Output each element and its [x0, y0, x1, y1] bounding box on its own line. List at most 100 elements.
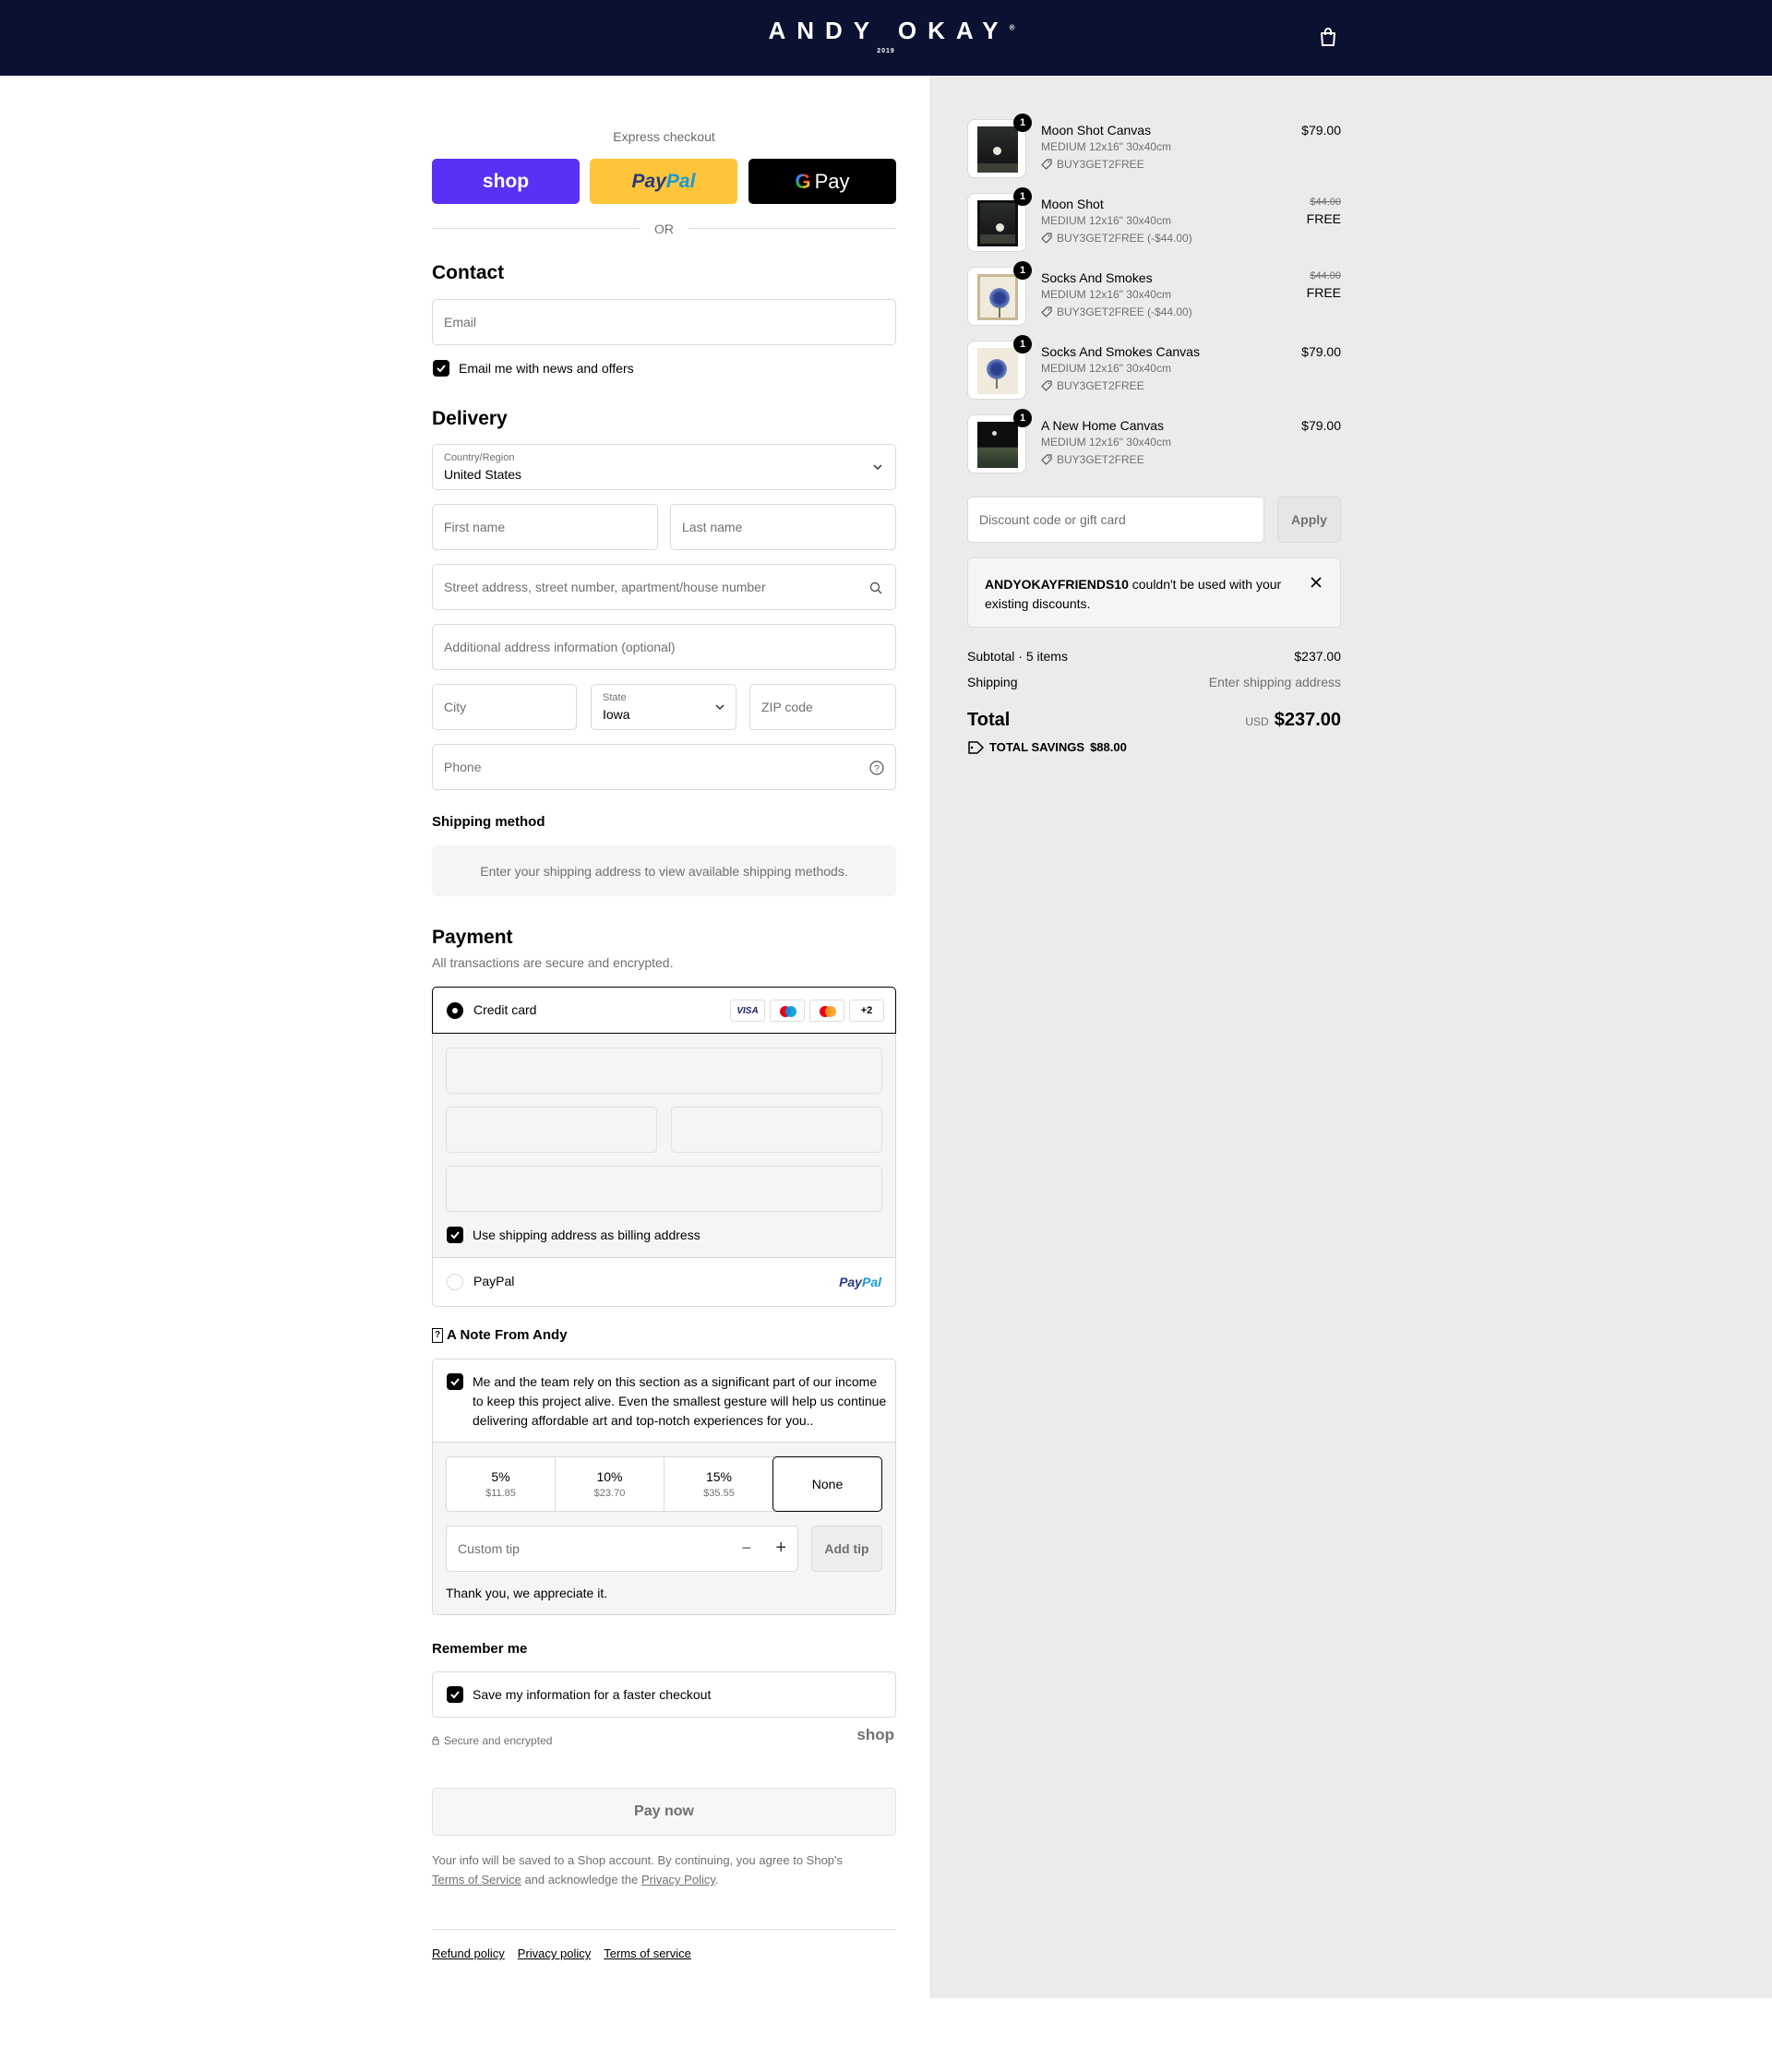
terms-link[interactable]: Terms of Service [432, 1873, 521, 1886]
product-image [977, 348, 1018, 394]
total-value: $237.00 [1274, 710, 1341, 730]
zip-field[interactable]: ZIP code [749, 684, 896, 730]
save-info-label: Save my information for a faster checkou… [473, 1687, 712, 1702]
item-name: Moon Shot Canvas [1041, 123, 1152, 138]
question-box-icon: ? [432, 1327, 443, 1343]
pay-now-button[interactable]: Pay now [432, 1788, 896, 1836]
credit-card-option[interactable]: Credit card VISA +2 [432, 987, 896, 1034]
phone-field[interactable]: Phone ? [432, 744, 896, 790]
close-icon[interactable] [1311, 577, 1322, 588]
first-name-field[interactable]: First name [432, 504, 658, 550]
quantity-badge: 1 [1013, 187, 1032, 206]
tip-option-5[interactable]: 5% $11.85 [447, 1457, 556, 1511]
cart-button[interactable] [1318, 26, 1340, 50]
subtotal-value: $237.00 [1294, 649, 1341, 664]
cart-item: 1 Socks And Smokes MEDIUM 12x16" 30x40cm BU… [967, 261, 1341, 331]
tag-icon [1041, 306, 1052, 317]
paypal-express-button[interactable]: Pay Pal [590, 159, 737, 204]
help-circle-icon[interactable]: ? [869, 761, 884, 775]
add-tip-button[interactable]: Add tip [811, 1526, 882, 1572]
credit-card-radio[interactable] [447, 1002, 463, 1019]
payment-subtitle: All transactions are secure and encrypte… [432, 955, 674, 970]
tip-option-none[interactable]: None [772, 1456, 882, 1512]
privacy-link[interactable]: Privacy Policy [641, 1873, 715, 1886]
shipping-methods-placeholder: Enter your shipping address to view avai… [432, 845, 896, 896]
item-name: A New Home Canvas [1041, 418, 1165, 433]
support-checkbox[interactable] [447, 1373, 463, 1390]
tag-icon [1041, 159, 1052, 170]
discount-code-field[interactable]: Discount code or gift card [967, 497, 1264, 543]
item-name: Socks And Smokes [1041, 270, 1153, 285]
brand-year: 2019 [877, 48, 895, 54]
note-text: Me and the team rely on this section as … [473, 1374, 887, 1428]
item-variant: MEDIUM 12x16" 30x40cm [1041, 288, 1171, 301]
card-cvv-field[interactable] [671, 1107, 882, 1153]
product-image [977, 126, 1018, 173]
paypal-logo: PayPal [839, 1275, 881, 1289]
item-price: $79.00 [1301, 123, 1341, 138]
card-name-field[interactable] [446, 1166, 882, 1212]
delivery-heading: Delivery [432, 408, 508, 429]
last-name-field[interactable]: Last name [670, 504, 896, 550]
paypal-option[interactable]: PayPal PayPal [432, 1257, 896, 1307]
address2-field[interactable]: Additional address information (optional… [432, 624, 896, 670]
maestro-icon [770, 1000, 805, 1022]
state-select[interactable]: State Iowa [591, 684, 736, 730]
divider [688, 228, 896, 229]
product-image [977, 200, 1018, 246]
quantity-badge: 1 [1013, 409, 1032, 427]
shop-logo: shop [856, 1726, 894, 1743]
cart-item: 1 A New Home Canvas MEDIUM 12x16" 30x40cm B… [967, 409, 1341, 479]
terms-of-service-link[interactable]: Terms of service [604, 1946, 691, 1960]
item-free-price: FREE [1306, 211, 1341, 226]
quantity-badge: 1 [1013, 261, 1032, 280]
note-heading: ? A Note From Andy [432, 1327, 568, 1343]
newsletter-checkbox[interactable] [433, 360, 449, 377]
item-price: $79.00 [1301, 418, 1341, 433]
chevron-down-icon [873, 464, 882, 471]
card-number-field[interactable] [446, 1048, 882, 1094]
site-header: ANDY OKAY® 2019 [0, 0, 1772, 76]
discount-error-text: ANDYOKAYFRIENDS10 couldn't be used with … [985, 577, 1282, 611]
tip-option-15[interactable]: 15% $35.55 [664, 1457, 773, 1511]
privacy-policy-link[interactable]: Privacy policy [518, 1946, 591, 1960]
item-variant: MEDIUM 12x16" 30x40cm [1041, 140, 1171, 153]
order-summary: 1 Moon Shot Canvas MEDIUM 12x16" 30x40cm BU… [967, 76, 1341, 814]
billing-address-checkbox[interactable] [447, 1227, 463, 1243]
plus-icon[interactable]: + [775, 1538, 786, 1559]
address-field[interactable]: Street address, street number, apartment… [432, 564, 896, 610]
apply-discount-button[interactable]: Apply [1277, 497, 1341, 543]
remember-heading: Remember me [432, 1641, 528, 1657]
paypal-radio[interactable] [447, 1274, 463, 1290]
payment-heading: Payment [432, 927, 513, 948]
item-discount-code: BUY3GET2FREE [1041, 453, 1144, 466]
billing-address-label: Use shipping address as billing address [473, 1228, 700, 1242]
save-info-checkbox[interactable] [447, 1686, 463, 1703]
item-discount-code: BUY3GET2FREE (-$44.00) [1041, 232, 1192, 245]
country-select[interactable]: Country/Region United States [432, 444, 896, 490]
minus-icon[interactable]: − [741, 1539, 751, 1558]
card-expiry-field[interactable] [446, 1107, 657, 1153]
newsletter-label: Email me with news and offers [459, 361, 634, 376]
cart-item: 1 Moon Shot MEDIUM 12x16" 30x40cm BUY3GET2F… [967, 187, 1341, 258]
contact-heading: Contact [432, 262, 505, 283]
item-name: Socks And Smokes Canvas [1041, 344, 1200, 359]
shop-pay-button[interactable]: shop [432, 159, 580, 204]
custom-tip-field[interactable]: Custom tip − + [446, 1526, 798, 1572]
svg-text:?: ? [874, 764, 880, 774]
item-variant: MEDIUM 12x16" 30x40cm [1041, 436, 1171, 449]
brand-logo[interactable]: ANDY OKAY® [0, 17, 1772, 45]
refund-policy-link[interactable]: Refund policy [432, 1946, 505, 1960]
product-image [977, 422, 1018, 468]
footer-divider [432, 1929, 896, 1930]
discount-error-notice: ANDYOKAYFRIENDS10 couldn't be used with … [967, 557, 1341, 628]
total-label: Total [967, 710, 1011, 730]
city-field[interactable]: City [432, 684, 577, 730]
item-discount-code: BUY3GET2FREE (-$44.00) [1041, 305, 1192, 318]
google-pay-button[interactable]: G Pay [748, 159, 896, 204]
email-field[interactable]: Email [432, 299, 896, 345]
tag-icon [1041, 233, 1052, 244]
item-original-price: $44.00 [1310, 197, 1341, 208]
tip-option-10[interactable]: 10% $23.70 [556, 1457, 664, 1511]
google-g-icon: G [795, 169, 811, 193]
